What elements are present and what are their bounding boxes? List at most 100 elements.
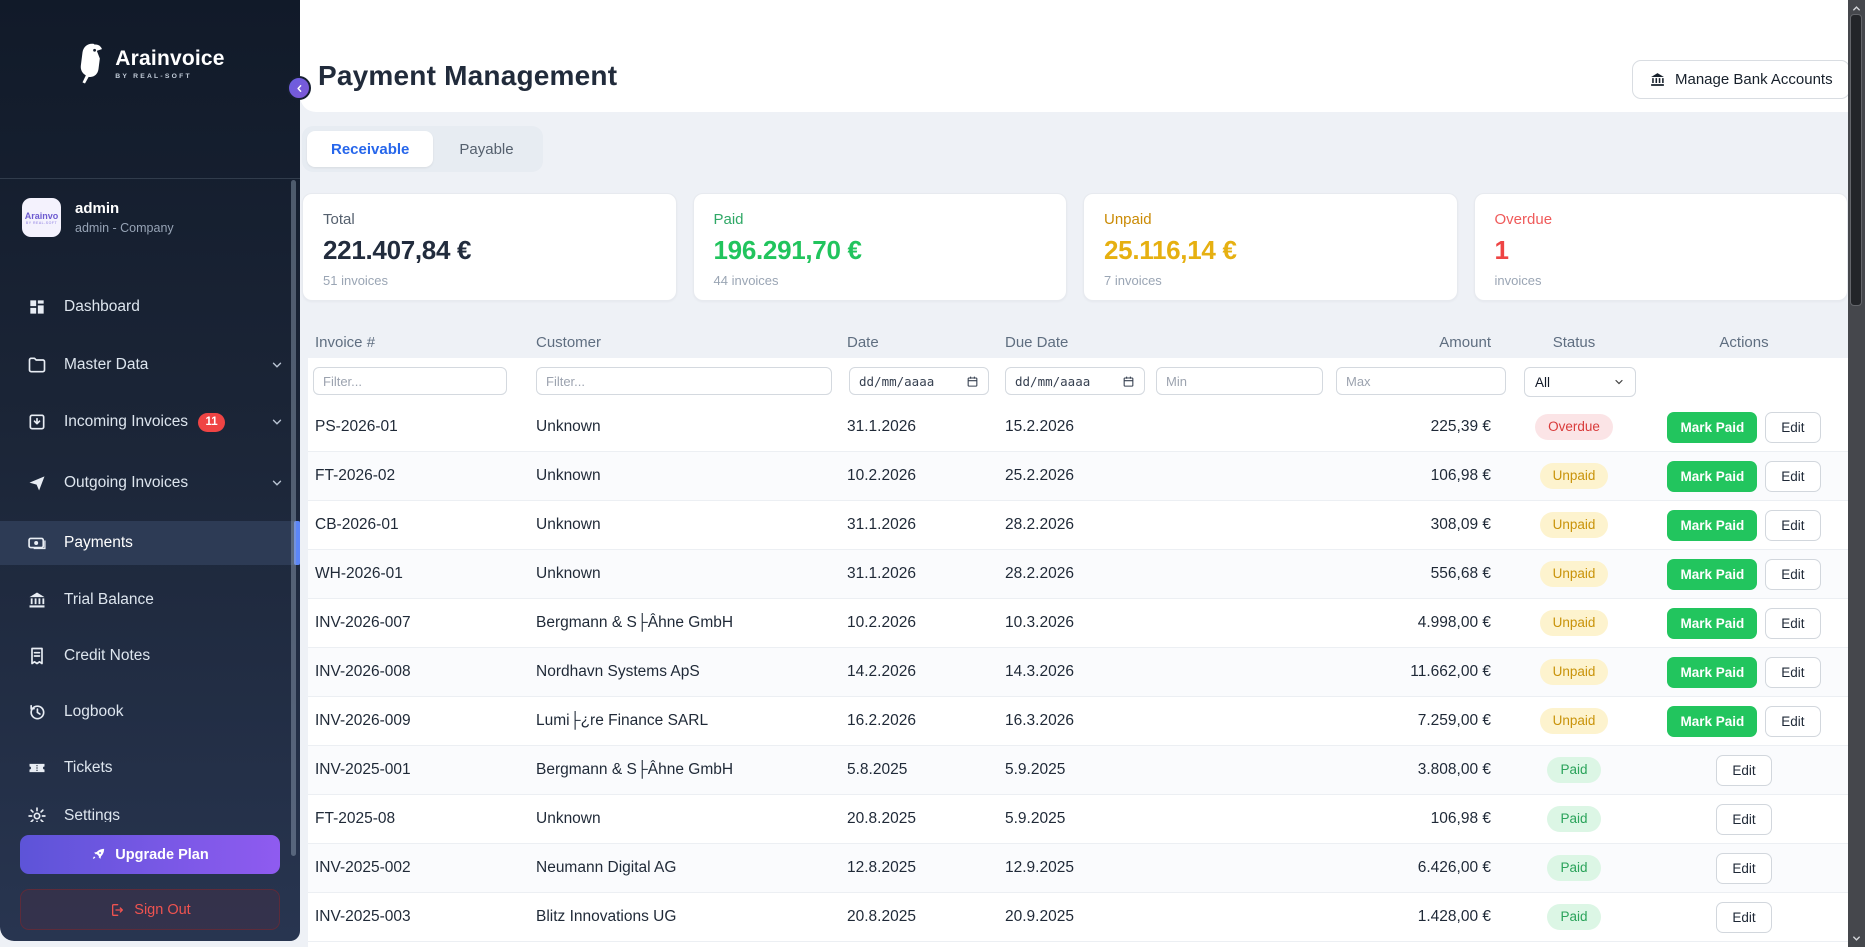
edit-button[interactable]: Edit [1765,657,1820,688]
status-badge: Paid [1547,757,1600,783]
logout-icon [109,902,125,918]
mark-paid-button[interactable]: Mark Paid [1667,412,1757,443]
user-name: admin [75,200,174,218]
due-date: 14.3.2026 [1005,648,1074,696]
tab-payable[interactable]: Payable [435,131,537,167]
sidebar-scrollbar[interactable] [291,180,296,856]
edit-button[interactable]: Edit [1716,902,1771,933]
sidebar-item-master-data[interactable]: Master Data [0,343,300,387]
amount: 3.808,00 € [1330,746,1491,794]
invoice-date: 12.8.2025 [847,844,916,892]
edit-button[interactable]: Edit [1765,510,1820,541]
edit-button[interactable]: Edit [1765,461,1820,492]
edit-button[interactable]: Edit [1765,706,1820,737]
edit-button[interactable]: Edit [1765,412,1820,443]
mark-paid-button[interactable]: Mark Paid [1667,559,1757,590]
due-date: 5.9.2025 [1005,795,1065,843]
card-value: 1 [1495,235,1828,266]
status-badge: Paid [1547,855,1600,881]
invoice-number: INV-2026-008 [315,648,411,696]
amount: 4.998,00 € [1330,599,1491,647]
scrollbar-thumb[interactable] [1850,14,1862,306]
scroll-up-icon[interactable] [1848,3,1865,14]
user-role: admin - Company [75,221,174,235]
status-badge: Paid [1547,904,1600,930]
sidebar-item-outgoing-invoices[interactable]: Outgoing Invoices [0,461,300,505]
customer-filter-input[interactable] [536,367,832,395]
invoice-number: INV-2025-003 [315,893,411,941]
sidebar-collapse-button[interactable] [287,76,311,100]
sidebar-item-trial-balance[interactable]: Trial Balance [0,578,300,622]
column-header-invoice: Invoice # [315,334,375,351]
invoice-date: 14.2.2026 [847,648,916,696]
mark-paid-button[interactable]: Mark Paid [1667,608,1757,639]
date-placeholder: dd/mm/aaaa [859,374,934,389]
status-badge: Unpaid [1540,463,1609,489]
sidebar-nav: Dashboard Master Data Incoming Invoices … [0,270,300,822]
status-badge: Overdue [1535,414,1613,440]
sidebar-item-credit-notes[interactable]: Credit Notes [0,634,300,678]
sidebar-item-logbook[interactable]: Logbook [0,690,300,734]
sidebar: Arainvoice BY REAL-SOFT Arainvo BY REAL-… [0,0,300,941]
sidebar-item-settings[interactable]: Settings [0,794,300,822]
amount-min-filter-input[interactable] [1156,367,1323,395]
mark-paid-button[interactable]: Mark Paid [1667,510,1757,541]
due-date-filter-input[interactable]: dd/mm/aaaa [1005,367,1145,395]
invoice-filter-input[interactable] [313,367,507,395]
calendar-icon[interactable] [966,375,979,388]
tab-receivable[interactable]: Receivable [307,131,433,167]
sidebar-item-tickets[interactable]: Tickets [0,746,300,790]
edit-button[interactable]: Edit [1716,804,1771,835]
status-badge: Unpaid [1540,659,1609,685]
sign-out-button[interactable]: Sign Out [20,889,280,930]
page-scrollbar[interactable] [1848,0,1865,947]
chevron-down-icon [1613,376,1625,388]
invoice-number: CB-2026-01 [315,501,399,549]
customer-name: Bergmann & S├Âhne GmbH [536,746,733,794]
table-row: INV-2025-002 Neumann Digital AG 12.8.202… [308,844,1848,893]
avatar-text: Arainvo [25,211,59,221]
status-filter-select[interactable]: All [1524,367,1636,397]
mark-paid-button[interactable]: Mark Paid [1667,461,1757,492]
invoice-date: 31.1.2026 [847,550,916,598]
table-row: WH-2026-01 Unknown 31.1.2026 28.2.2026 5… [308,550,1848,599]
edit-button[interactable]: Edit [1765,559,1820,590]
customer-name: Lumi├¿re Finance SARL [536,697,708,745]
column-header-due-date: Due Date [1005,334,1068,351]
calendar-icon[interactable] [1122,375,1135,388]
sidebar-item-label: Tickets [64,759,113,777]
customer-name: Unknown [536,501,601,549]
card-value: 25.116,14 € [1104,235,1437,266]
invoice-number: INV-2025-001 [315,746,411,794]
invoice-number: WH-2026-01 [315,550,403,598]
sidebar-item-incoming-invoices[interactable]: Incoming Invoices 11 [0,400,300,444]
amount: 106,98 € [1330,795,1491,843]
scroll-down-icon[interactable] [1848,933,1865,944]
avatar: Arainvo BY REAL-SOFT [22,198,61,237]
payment-management-page: Arainvoice BY REAL-SOFT Arainvo BY REAL-… [0,0,1865,947]
table-row: INV-2025-003 Blitz Innovations UG 20.8.2… [308,893,1848,942]
edit-button[interactable]: Edit [1716,853,1771,884]
amount-max-filter-input[interactable] [1336,367,1506,395]
summary-cards: Total 221.407,84 € 51 invoices Paid 196.… [302,193,1848,301]
status-filter-value: All [1535,375,1550,390]
card-label: Overdue [1495,211,1828,228]
date-filter-input[interactable]: dd/mm/aaaa [849,367,989,395]
edit-button[interactable]: Edit [1716,755,1771,786]
user-profile[interactable]: Arainvo BY REAL-SOFT admin admin - Compa… [22,198,174,237]
mark-paid-button[interactable]: Mark Paid [1667,706,1757,737]
sidebar-item-label: Payments [64,534,133,552]
card-subtext: invoices [1495,273,1828,288]
mark-paid-button[interactable]: Mark Paid [1667,657,1757,688]
date-placeholder: dd/mm/aaaa [1015,374,1090,389]
sidebar-item-dashboard[interactable]: Dashboard [0,285,300,329]
due-date: 20.9.2025 [1005,893,1074,941]
manage-bank-accounts-button[interactable]: Manage Bank Accounts [1632,60,1850,99]
sidebar-item-label: Dashboard [64,298,140,316]
receipt-icon [27,646,47,666]
upgrade-plan-button[interactable]: Upgrade Plan [20,835,280,874]
sidebar-item-payments[interactable]: Payments [0,521,300,565]
invoice-date: 31.1.2026 [847,403,916,451]
manage-bank-accounts-label: Manage Bank Accounts [1675,71,1833,88]
edit-button[interactable]: Edit [1765,608,1820,639]
